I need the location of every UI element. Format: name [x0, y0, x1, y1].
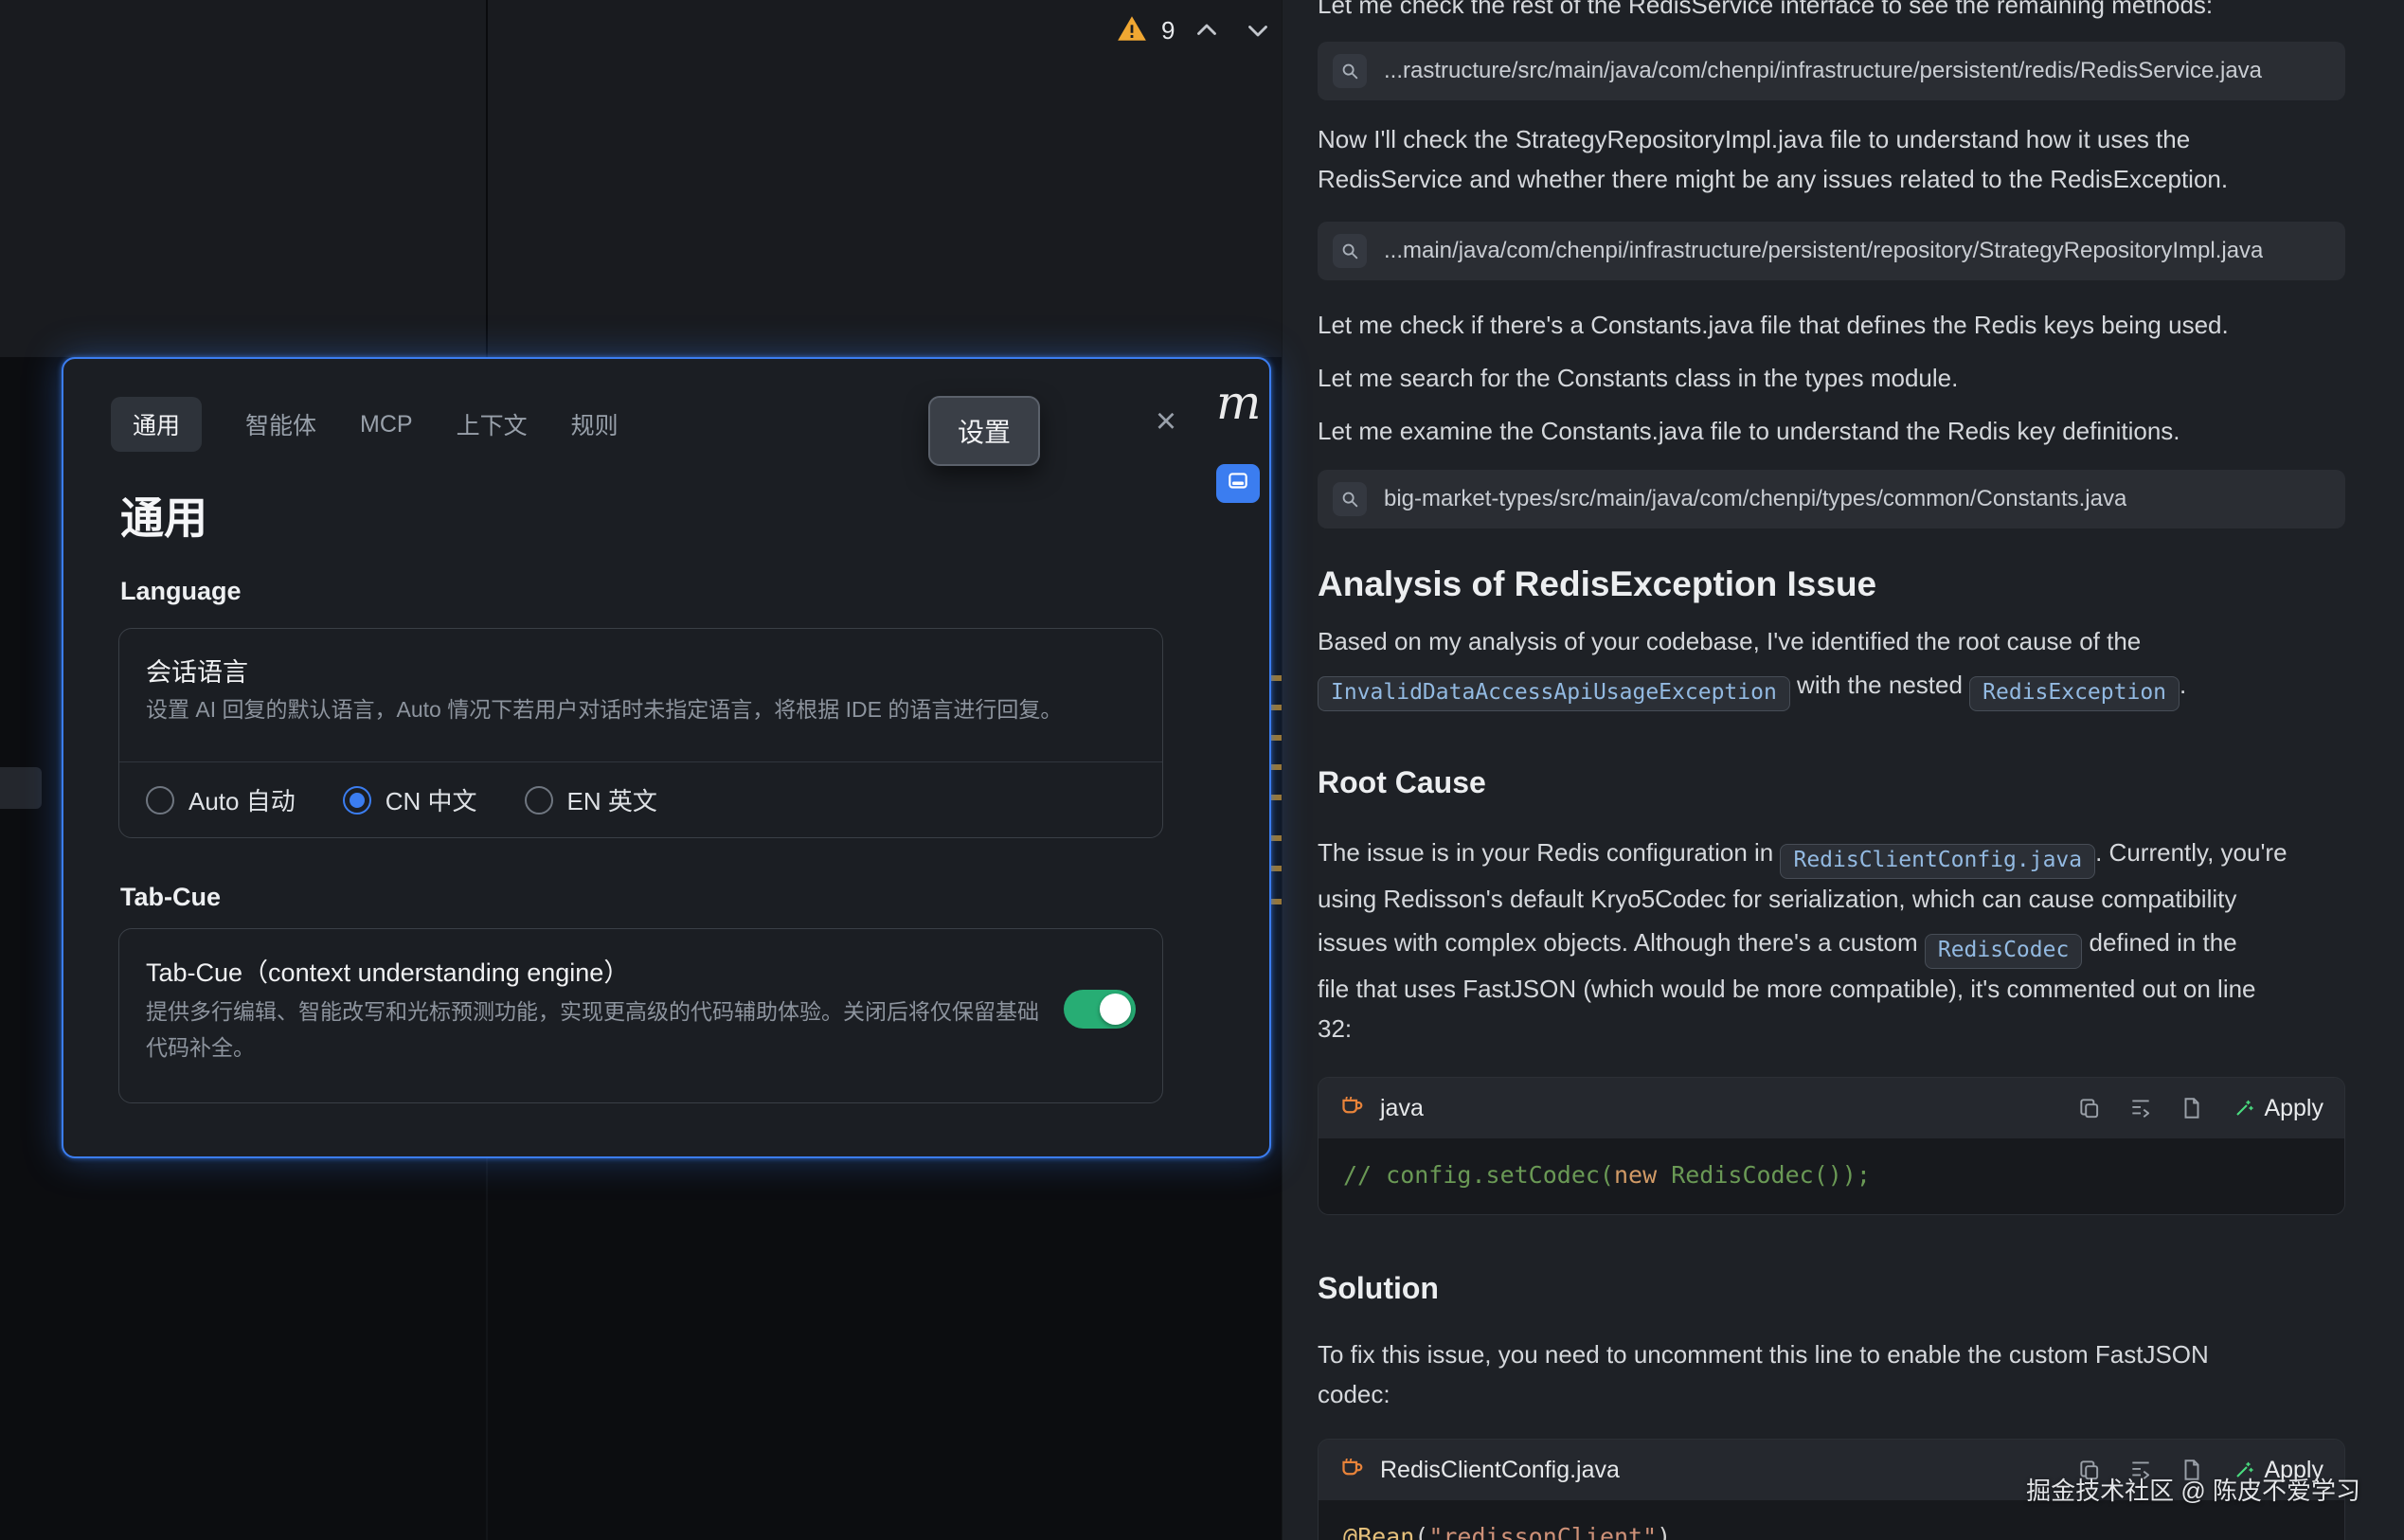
- language-card-title: 会话语言: [146, 652, 248, 689]
- language-section-label: Language: [120, 577, 242, 606]
- code-language-label: java: [1380, 1095, 1424, 1122]
- solution-heading: Solution: [1318, 1268, 2345, 1308]
- inline-code-chip: RedisException: [1969, 676, 2180, 711]
- tab-context[interactable]: 上下文: [457, 397, 528, 452]
- java-cup-icon: [1339, 1093, 1365, 1123]
- search-icon: [1333, 234, 1367, 268]
- language-radio-group: Auto 自动 CN 中文 EN 英文: [146, 762, 1136, 837]
- file-search-result[interactable]: big-market-types/src/main/java/com/chenp…: [1318, 470, 2345, 528]
- warning-count: 9: [1161, 16, 1175, 45]
- chat-paragraph: Based on my analysis of your codebase, I…: [1318, 621, 2345, 711]
- copy-icon[interactable]: [2075, 1094, 2104, 1122]
- radio-label: EN 英文: [567, 782, 657, 817]
- toggle-knob: [1100, 994, 1131, 1025]
- activity-strip-highlight: [0, 767, 42, 809]
- dialog-title: 通用: [120, 484, 207, 546]
- tab-agent[interactable]: 智能体: [245, 397, 316, 452]
- radio-circle-selected: [343, 786, 371, 815]
- settings-dialog-tabs: 通用 智能体 MCP 上下文 规则: [111, 397, 619, 452]
- radio-label: Auto 自动: [188, 782, 296, 817]
- chat-box-icon: [1225, 469, 1251, 498]
- file-path: big-market-types/src/main/java/com/chenp…: [1384, 486, 2126, 512]
- settings-tooltip: 设置: [928, 396, 1040, 466]
- radio-option-auto[interactable]: Auto 自动: [146, 782, 296, 817]
- tab-rules[interactable]: 规则: [571, 397, 619, 452]
- chat-launcher-button[interactable]: [1216, 464, 1260, 503]
- tabcue-card: Tab-Cue（context understanding engine） 提供…: [118, 928, 1163, 1103]
- chat-paragraph: To fix this issue, you need to uncomment…: [1318, 1334, 2345, 1414]
- ai-chat-panel: Let me check the rest of the RedisServic…: [1282, 0, 2404, 1540]
- inline-code-chip: RedisCodec: [1925, 934, 2082, 969]
- chat-paragraph: Let me check if there's a Constants.java…: [1318, 305, 2345, 345]
- editor-background: [0, 0, 1282, 357]
- file-path: ...main/java/com/chenpi/infrastructure/p…: [1384, 238, 2263, 264]
- inline-code-chip: InvalidDataAccessApiUsageException: [1318, 676, 1790, 711]
- marscode-logo: m: [1216, 375, 1261, 430]
- chat-paragraph: Let me check the rest of the RedisServic…: [1318, 0, 2345, 25]
- editor-split-divider-lower: [486, 1157, 488, 1540]
- code-file-label: RedisClientConfig.java: [1380, 1457, 1620, 1484]
- file-search-result[interactable]: ...main/java/com/chenpi/infrastructure/p…: [1318, 222, 2345, 280]
- watermark: 掘金技术社区 @ 陈皮不爱学习: [2026, 1472, 2360, 1507]
- radio-option-cn[interactable]: CN 中文: [343, 782, 477, 817]
- apply-button[interactable]: Apply: [2233, 1095, 2323, 1122]
- java-cup-icon: [1339, 1455, 1365, 1485]
- search-icon: [1333, 482, 1367, 516]
- chevron-down-icon[interactable]: [1239, 11, 1277, 49]
- code-block-java: java Apply: [1318, 1077, 2345, 1215]
- code-block-header: java Apply: [1319, 1078, 2344, 1138]
- file-search-result[interactable]: ...rastructure/src/main/java/com/chenpi/…: [1318, 42, 2345, 100]
- root-cause-heading: Root Cause: [1318, 762, 2345, 802]
- save-file-icon[interactable]: [2178, 1094, 2206, 1122]
- language-card: 会话语言 设置 AI 回复的默认语言，Auto 情况下若用户对话时未指定语言，将…: [118, 628, 1163, 838]
- chat-paragraph: Now I'll check the StrategyRepositoryImp…: [1318, 119, 2345, 199]
- file-path: ...rastructure/src/main/java/com/chenpi/…: [1384, 58, 2262, 84]
- tab-general[interactable]: 通用: [111, 397, 202, 452]
- chat-paragraph: Let me search for the Constants class in…: [1318, 358, 2345, 398]
- tabcue-card-title: Tab-Cue（context understanding engine）: [146, 952, 629, 989]
- close-icon[interactable]: ×: [1143, 399, 1189, 444]
- tab-mcp[interactable]: MCP: [360, 401, 413, 449]
- radio-circle: [146, 786, 174, 815]
- analysis-heading: Analysis of RedisException Issue: [1318, 563, 2345, 606]
- editor-split-divider: [486, 0, 488, 357]
- tabcue-section-label: Tab-Cue: [120, 883, 221, 912]
- settings-dialog: 通用 智能体 MCP 上下文 规则 设置 × 通用 Language 会话语言 …: [62, 357, 1271, 1158]
- apply-wand-icon: [2233, 1097, 2255, 1119]
- language-card-description: 设置 AI 回复的默认语言，Auto 情况下若用户对话时未指定语言，将根据 ID…: [146, 691, 1062, 727]
- insert-icon[interactable]: [2126, 1094, 2155, 1122]
- warning-icon: [1116, 14, 1148, 47]
- code-body: // config.setCodec(new RedisCodec());: [1319, 1138, 2344, 1214]
- radio-option-en[interactable]: EN 英文: [525, 782, 657, 817]
- search-icon: [1333, 54, 1367, 88]
- radio-label: CN 中文: [386, 782, 477, 817]
- chevron-up-icon[interactable]: [1188, 11, 1226, 49]
- radio-circle: [525, 786, 553, 815]
- app-root: 9 通用 智能体 MCP 上下文 规则 设置 × 通用 Language 会话语…: [0, 0, 2404, 1540]
- chat-paragraph: The issue is in your Redis configuration…: [1318, 829, 2345, 1048]
- problems-navigation: 9: [1116, 11, 1277, 49]
- chat-paragraph: Let me examine the Constants.java file t…: [1318, 411, 2345, 451]
- tabcue-toggle[interactable]: [1064, 990, 1136, 1029]
- tabcue-card-description: 提供多行编辑、智能改写和光标预测功能，实现更高级的代码辅助体验。关闭后将仅保留基…: [146, 994, 1048, 1065]
- inline-code-chip: RedisClientConfig.java: [1780, 844, 2095, 879]
